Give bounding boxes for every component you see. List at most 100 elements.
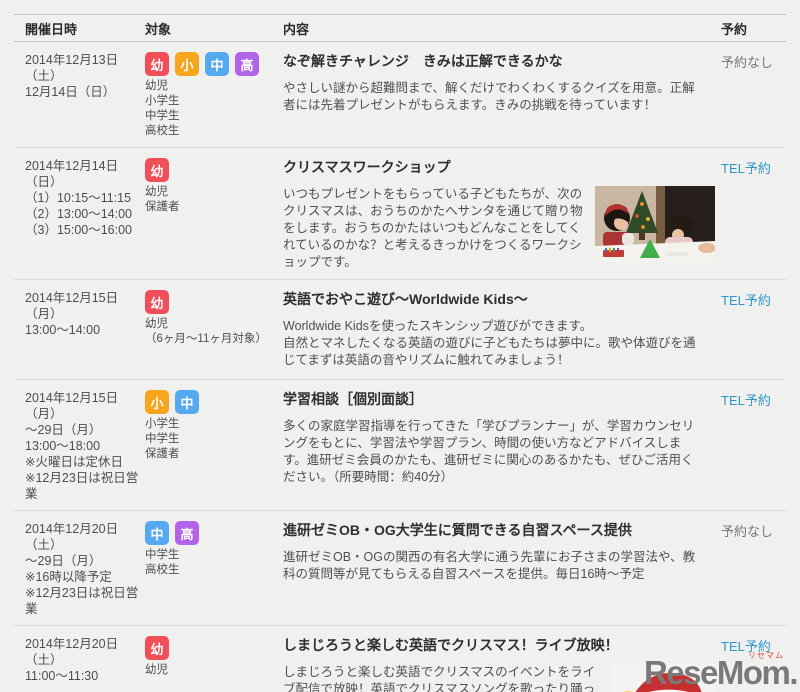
content-cell: なぞ解きチャレンジ きみは正解できるかな やさしい謎から超難問まで、解くだけでわ… [283,52,715,139]
date-line: 2014年12月14日（日） [25,159,119,189]
resemom-logo[interactable]: ReseMom. リセマム [644,652,799,691]
content-cell: クリスマスワークショップ いつもプレゼントをもらっている子どもたちが、次のクリス… [283,158,716,271]
audience-label: 中学生 [145,549,180,561]
target-cell: 中高 中学生高校生 [145,521,283,617]
date-line: ※12月23日は祝日営業 [25,586,139,616]
christmas-workshop-photo [595,186,716,262]
table-row: 2014年12月14日（日） （1）10:15～11:15 （2）13:00～14:… [14,148,786,280]
date-line: ※16時以降予定 [25,570,112,584]
table-header-row: 開催日時 対象 内容 予約 [14,14,786,42]
audience-label: 高校生 [145,125,180,137]
event-table: 開催日時 対象 内容 予約 2014年12月13日（土） 12月14日（日） 幼小… [14,14,786,692]
date-line: ※12月23日は祝日営業 [25,471,139,501]
audience-label: 高校生 [145,564,180,576]
reservation-cell: TEL予約 [715,390,786,502]
audience-label: 小学生 [145,95,180,107]
audience-lines: 小学生 中学生 保護者 [145,417,283,462]
badge-row: 小中 [145,390,283,414]
audience-label: 保護者 [145,448,180,460]
audience-label: （6ヶ月～11ヶ月対象） [145,333,267,345]
audience-lines: 幼児 保護者 [145,185,283,215]
target-cell: 幼小中高 幼児小学生中学生高校生 [145,52,283,139]
event-description: 進研ゼミOB・OGの関西の有名大学に通う先輩にお子さまの学習法や、教科の質問等が… [283,550,696,581]
photo-slot [595,186,716,267]
badge-row: 幼 [145,636,283,660]
event-title: クリスマスワークショップ [283,159,451,175]
reservation-label: 予約なし [721,55,774,70]
audience-badge: 幼 [145,52,169,76]
reservation-cell: 予約なし [715,52,786,139]
audience-lines: 幼児小学生中学生高校生 [145,79,283,139]
date-cell: 2014年12月20日（土） ～29日（月） ※16時以降予定 ※12月23日は祝日営… [14,521,145,617]
date-line: （1）10:15～11:15 [25,191,132,205]
resemom-logo-dot: . [789,654,798,691]
reservation-label[interactable]: TEL予約 [721,293,771,308]
audience-label: 幼児 [145,318,168,330]
reservation-label[interactable]: TEL予約 [721,393,771,408]
audience-label: 幼児 [145,186,168,198]
date-line: ～29日（月） [25,554,102,568]
audience-label: 小学生 [145,418,180,430]
reservation-cell: 予約なし [715,521,786,617]
date-line: 12月14日（日） [25,85,116,99]
audience-badge: 中 [205,52,229,76]
date-line: ～29日（月） [25,423,102,437]
audience-label: 幼児 [145,664,168,676]
resemom-logo-kana: リセマム [748,651,784,660]
date-cell: 2014年12月13日（土） 12月14日（日） [14,52,145,139]
date-line: （3）15:00～16:00 [25,223,133,237]
date-line: 11:00～11:30 [25,669,99,683]
audience-label: 中学生 [145,110,180,122]
audience-badge: 小 [175,52,199,76]
audience-badge: 幼 [145,290,169,314]
table-row: 2014年12月20日（土） ～29日（月） ※16時以降予定 ※12月23日は祝日営… [14,511,786,626]
reservation-label: 予約なし [721,524,774,539]
date-line: （2）13:00～14:00 [25,207,133,221]
date-line: 13:00～14:00 [25,323,101,337]
event-title: しまじろうと楽しむ英語でクリスマス！ライブ放映！ [283,637,619,653]
date-cell: 2014年12月14日（日） （1）10:15～11:15 （2）13:00～14:… [14,158,145,271]
audience-badge: 高 [175,521,199,545]
audience-lines: 幼児 [145,663,283,678]
reservation-label[interactable]: TEL予約 [721,161,771,176]
table-row: 2014年12月15日（月） 13:00～14:00 幼 幼児 （6ヶ月～11ヶ月対… [14,280,786,380]
date-cell: 2014年12月15日（月） ～29日（月） 13:00～18:00 ※火曜日は定休日… [14,390,145,502]
table-row: 2014年12月15日（月） ～29日（月） 13:00～18:00 ※火曜日は定休日… [14,380,786,511]
event-title: なぞ解きチャレンジ きみは正解できるかな [283,53,563,69]
content-cell: 進研ゼミOB・OG大学生に質問できる自習スペース提供 進研ゼミOB・OGの関西の… [283,521,715,617]
table-body: 2014年12月13日（土） 12月14日（日） 幼小中高 幼児 小学生 中学生 高校生… [14,42,786,692]
event-description: しまじろうと楽しむ英語でクリスマスのイベントをライブ配信で放映！英語でクリスマス… [283,665,596,692]
badge-row: 中高 [145,521,283,545]
date-cell: 2014年12月20日（土） 11:00～11:30 [14,636,145,692]
audience-badge: 小 [145,390,169,414]
date-line: 2014年12月15日（月） [25,291,119,321]
event-description: やさしい謎から超難問まで、解くだけでわくわくするクイズを用意。正解者には先着プレ… [283,81,695,112]
badge-row: 幼 [145,290,283,314]
column-header-date: 開催日時 [25,21,78,37]
event-description: Worldwide Kidsを使ったスキンシップ遊びができます。 自然とマネした… [283,319,696,367]
audience-lines: 中学生 高校生 [145,548,283,578]
date-cell: 2014年12月15日（月） 13:00～14:00 [14,290,145,371]
event-title: 英語でおやこ遊び～Worldwide Kids～ [283,291,528,307]
event-description: 多くの家庭学習指導を行ってきた「学びプランナー」が、学習カウンセリングをもとに、… [283,419,695,484]
column-header-content: 内容 [283,21,310,37]
date-line: 2014年12月15日（月） [25,391,119,421]
badge-row: 幼 [145,158,283,182]
audience-badge: 幼 [145,158,169,182]
content-cell: 英語でおやこ遊び～Worldwide Kids～ Worldwide Kidsを… [283,290,715,371]
content-cell: 学習相談［個別面談］ 多くの家庭学習指導を行ってきた「学びプランナー」が、学習カ… [283,390,715,502]
date-line: 13:00～18:00 [25,439,101,453]
date-line: 2014年12月13日（土） [25,53,119,83]
date-line: 2014年12月20日（土） [25,522,119,552]
column-header-reservation: 予約 [721,21,748,37]
reservation-cell: TEL予約 [715,158,786,271]
table-row: 2014年12月13日（土） 12月14日（日） 幼小中高 幼児小学生中学生高校生… [14,42,786,148]
target-cell: 小中 小学生 中学生 保護者 [145,390,283,502]
target-cell: 幼 幼児 [145,636,283,692]
column-header-target: 対象 [145,21,172,37]
badge-row: 幼小中高 [145,52,283,76]
audience-lines: 幼児 （6ヶ月～11ヶ月対象） [145,317,283,347]
audience-label: 幼児 [145,80,168,92]
event-description: いつもプレゼントをもらっている子どもたちが、次のクリスマスは、おうちのかたへサン… [283,187,583,269]
event-title: 進研ゼミOB・OG大学生に質問できる自習スペース提供 [283,522,632,538]
